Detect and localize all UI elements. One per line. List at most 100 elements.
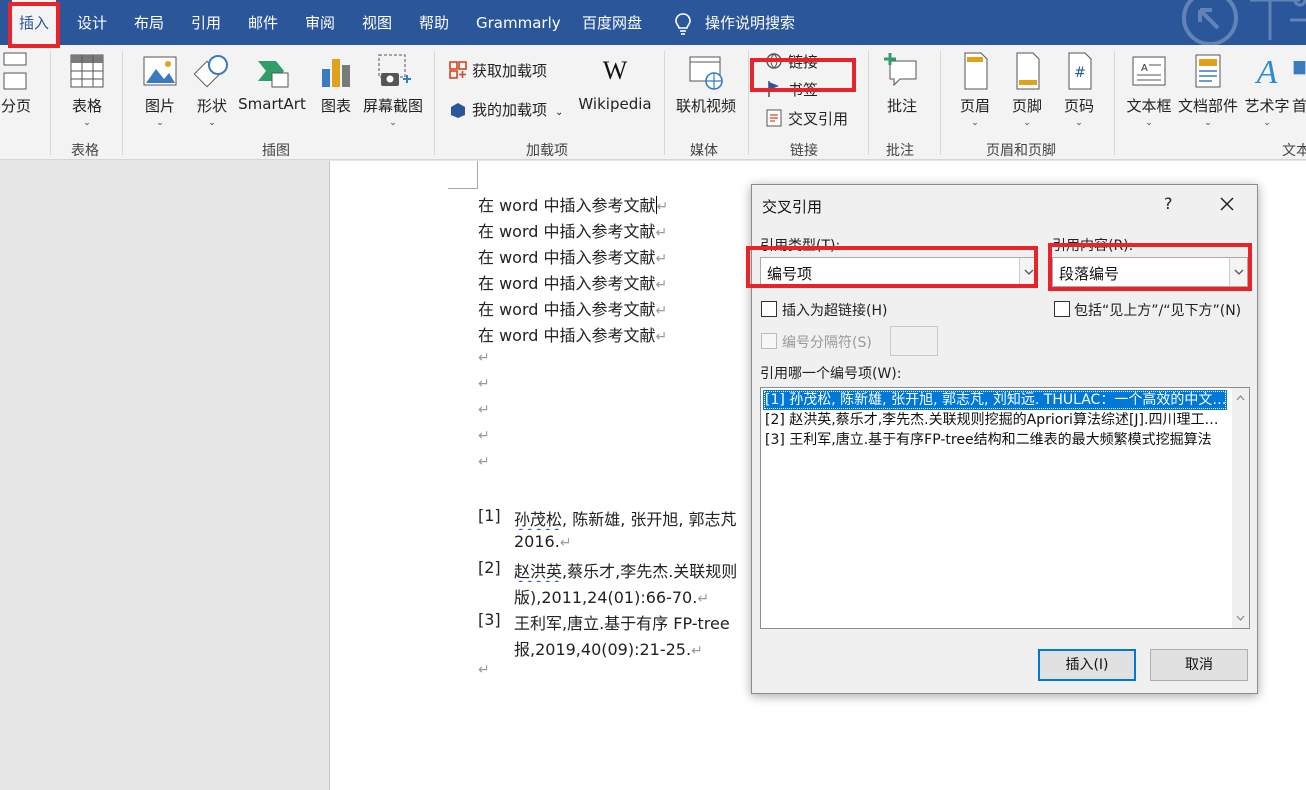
tab-references[interactable]: 引用 xyxy=(191,0,221,45)
wordart-icon: A xyxy=(1255,54,1278,91)
empty-paragraph[interactable]: ↵ xyxy=(478,350,490,366)
chevron-down-icon: ⌄ xyxy=(1263,118,1271,128)
drop-cap-label: 首 xyxy=(1292,97,1306,115)
empty-paragraph[interactable]: ↵ xyxy=(478,428,490,444)
reference-type-label: 引用类型(T): xyxy=(760,238,841,254)
chevron-down-icon: ⌄ xyxy=(1204,118,1212,128)
body-line[interactable]: 在 word 中插入参考文献↵ xyxy=(478,218,667,242)
pictures-button[interactable]: 图片 ⌄ xyxy=(138,51,182,137)
drop-cap-button[interactable]: 首 xyxy=(1292,51,1306,137)
group-divider xyxy=(868,51,869,155)
numbered-items-list[interactable]: [1] 孙茂松, 陈新雄, 张开旭, 郭志芃, 刘知远. THULAC：一个高效… xyxy=(760,387,1250,629)
lightbulb-icon xyxy=(675,13,691,35)
empty-paragraph[interactable]: ↵ xyxy=(478,662,490,678)
svg-text:A: A xyxy=(1255,54,1278,91)
list-item[interactable]: [3] 王利军,唐立.基于有序FP-tree结构和二维表的最大频繁模式挖掘算法 xyxy=(763,430,1227,450)
tab-layout[interactable]: 布局 xyxy=(134,0,164,45)
tab-insert[interactable]: 插入 xyxy=(12,0,56,45)
group-divider xyxy=(940,51,941,155)
tab-design[interactable]: 设计 xyxy=(77,0,107,45)
bookmark-flag-icon xyxy=(768,81,779,97)
addin-store-icon xyxy=(449,61,467,79)
table-button[interactable]: 表格 ⌄ xyxy=(64,51,110,137)
footer-button[interactable]: 页脚 ⌄ xyxy=(1004,51,1050,137)
separate-numbers-label: 编号分隔符(S) xyxy=(782,335,872,351)
tell-me-search[interactable]: 操作说明搜索 xyxy=(705,0,795,45)
wordart-button[interactable]: A 艺术字 ⌄ xyxy=(1242,51,1292,137)
quick-parts-label: 文档部件 xyxy=(1177,97,1238,115)
empty-paragraph[interactable]: ↵ xyxy=(478,454,490,470)
list-item[interactable]: [1] 孙茂松, 陈新雄, 张开旭, 郭志芃, 刘知远. THULAC：一个高效… xyxy=(763,390,1227,410)
page-number-label: 页码 xyxy=(1063,97,1094,115)
textbox-button[interactable]: A 文本框 ⌄ xyxy=(1124,51,1174,137)
insert-as-hyperlink-label[interactable]: 插入为超链接(H) xyxy=(782,300,887,320)
cross-reference-button[interactable]: 交叉引用 xyxy=(764,106,848,132)
online-video-label: 联机视频 xyxy=(675,97,736,115)
reference-number: [3] xyxy=(478,610,501,629)
reference-type-select[interactable]: 编号项 xyxy=(760,257,1038,287)
reference-entry[interactable]: 王利军,唐立.基于有序 FP-tree xyxy=(514,610,754,634)
reference-entry[interactable]: 孙茂松, 陈新雄, 张开旭, 郭志芃 xyxy=(514,506,754,530)
group-label-media: 媒体 xyxy=(690,143,718,159)
empty-paragraph[interactable]: ↵ xyxy=(478,376,490,392)
body-line[interactable]: 在 word 中插入参考文献↵ xyxy=(478,192,668,216)
reference-entry-continued[interactable]: 2016.↵ xyxy=(514,532,754,551)
link-label: 链接 xyxy=(788,53,819,71)
online-video-icon xyxy=(689,56,723,90)
list-scrollbar[interactable] xyxy=(1232,388,1249,628)
drop-cap-icon xyxy=(1293,61,1306,75)
reference-number: [1] xyxy=(478,506,501,525)
screenshot-icon xyxy=(378,54,411,86)
chart-label: 图表 xyxy=(320,97,351,115)
comment-icon xyxy=(884,53,917,87)
screenshot-button[interactable]: 屏幕截图 ⌄ xyxy=(360,51,426,137)
body-line[interactable]: 在 word 中插入参考文献↵ xyxy=(478,270,667,294)
smartart-button[interactable]: SmartArt xyxy=(238,51,306,137)
body-line[interactable]: 在 word 中插入参考文献↵ xyxy=(478,296,667,320)
online-video-button[interactable]: 联机视频 xyxy=(672,51,740,137)
list-item[interactable]: [2] 赵洪英,蔡乐才,李先杰.关联规则挖掘的Apriori算法综述[J].四川… xyxy=(763,410,1227,430)
tab-grammarly[interactable]: Grammarly xyxy=(476,0,561,45)
tab-help[interactable]: 帮助 xyxy=(419,0,449,45)
empty-paragraph[interactable]: ↵ xyxy=(478,402,490,418)
include-above-below-checkbox[interactable] xyxy=(1054,301,1070,317)
reference-content-select[interactable]: 段落编号 xyxy=(1052,257,1248,287)
chevron-down-icon: ⌄ xyxy=(389,118,397,128)
new-comment-button[interactable]: 批注 xyxy=(878,51,926,137)
bookmark-button[interactable]: 书签 xyxy=(764,77,818,103)
ribbon-tab-bar: 插入 设计 布局 引用 邮件 审阅 视图 帮助 Grammarly 百度网盘 操… xyxy=(0,0,1306,45)
chart-button[interactable]: 图表 xyxy=(314,51,358,137)
header-icon xyxy=(964,52,988,90)
svg-text:A: A xyxy=(1141,63,1148,74)
body-line[interactable]: 在 word 中插入参考文献↵ xyxy=(478,322,667,346)
group-label-comments: 批注 xyxy=(886,143,914,159)
wikipedia-button[interactable]: W Wikipedia xyxy=(578,51,652,137)
reference-entry[interactable]: 赵洪英,蔡乐才,李先杰.关联规则 xyxy=(514,558,754,582)
link-button[interactable]: 链接 xyxy=(764,49,818,75)
tab-review[interactable]: 审阅 xyxy=(305,0,335,45)
body-line[interactable]: 在 word 中插入参考文献↵ xyxy=(478,244,667,268)
help-button[interactable]: ? xyxy=(1164,194,1173,213)
tab-baidu-netdisk[interactable]: 百度网盘 xyxy=(582,0,642,45)
insert-button[interactable]: 插入(I) xyxy=(1038,649,1136,681)
quick-parts-button[interactable]: 文档部件 ⌄ xyxy=(1176,51,1240,137)
page-break-button[interactable]: 分页 xyxy=(0,51,36,137)
chevron-down-icon: ⌄ xyxy=(1075,118,1083,128)
cancel-button[interactable]: 取消 xyxy=(1150,649,1248,681)
tab-mailings[interactable]: 邮件 xyxy=(248,0,278,45)
link-icon xyxy=(766,53,782,69)
chevron-down-icon: ⌄ xyxy=(971,118,979,128)
include-above-below-label[interactable]: 包括“见上方”/“见下方”(N) xyxy=(1074,300,1241,320)
get-addins-button[interactable]: 获取加载项 xyxy=(448,58,547,84)
reference-entry-continued[interactable]: 报,2019,40(09):21-25.↵ xyxy=(514,636,754,660)
reference-content-label: 引用内容(R): xyxy=(1052,238,1134,254)
reference-content-value: 段落编号 xyxy=(1059,265,1120,283)
shapes-button[interactable]: 形状 ⌄ xyxy=(190,51,234,137)
page-number-button[interactable]: # 页码 ⌄ xyxy=(1056,51,1102,137)
insert-as-hyperlink-checkbox[interactable] xyxy=(761,301,777,317)
close-icon[interactable] xyxy=(1216,193,1238,215)
my-addins-button[interactable]: 我的加载项 ⌄ xyxy=(448,97,563,123)
tab-view[interactable]: 视图 xyxy=(362,0,392,45)
reference-entry-continued[interactable]: 版),2011,24(01):66-70.↵ xyxy=(514,584,754,608)
header-button[interactable]: 页眉 ⌄ xyxy=(952,51,998,137)
